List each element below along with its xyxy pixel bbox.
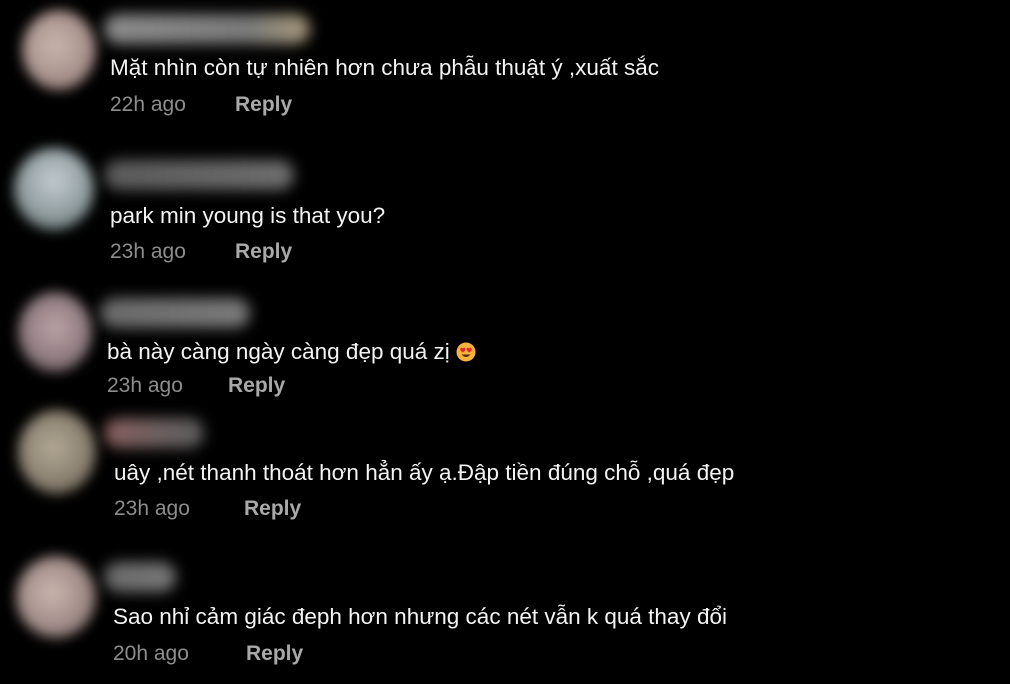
reply-button[interactable]: Reply	[246, 641, 303, 667]
reply-button[interactable]: Reply	[244, 496, 301, 522]
comment-timestamp: 22h ago	[110, 93, 186, 116]
comment-timestamp: 23h ago	[110, 240, 186, 263]
comment-text-content: bà này càng ngày càng đẹp quá zị	[107, 339, 450, 364]
avatar[interactable]	[18, 292, 92, 372]
avatar[interactable]	[18, 410, 96, 494]
comment-text: Sao nhỉ cảm giác đeph hơn nhưng các nét …	[113, 604, 727, 629]
username-blurred[interactable]	[104, 14, 310, 44]
comment-timestamp: 20h ago	[113, 642, 189, 665]
username-blurred[interactable]	[104, 562, 176, 592]
avatar[interactable]	[22, 10, 96, 90]
comment-text: park min young is that you?	[110, 203, 386, 228]
comment-text: bà này càng ngày càng đẹp quá zị	[107, 338, 476, 366]
comment-timestamp: 23h ago	[114, 497, 190, 520]
reply-button[interactable]: Reply	[228, 373, 285, 399]
comment-text: uây ,nét thanh thoát hơn hẳn ấy ạ.Đập ti…	[114, 460, 735, 485]
heart-eyes-emoji-icon	[456, 342, 476, 362]
avatar[interactable]	[14, 148, 94, 230]
avatar[interactable]	[16, 556, 96, 638]
comment-timestamp: 23h ago	[107, 374, 183, 397]
username-blurred[interactable]	[104, 418, 204, 448]
reply-button[interactable]: Reply	[235, 92, 292, 118]
username-blurred[interactable]	[104, 160, 294, 190]
reply-button[interactable]: Reply	[235, 239, 292, 265]
username-blurred[interactable]	[100, 298, 250, 328]
comment-text: Mặt nhìn còn tự nhiên hơn chưa phẫu thuậ…	[110, 55, 659, 80]
